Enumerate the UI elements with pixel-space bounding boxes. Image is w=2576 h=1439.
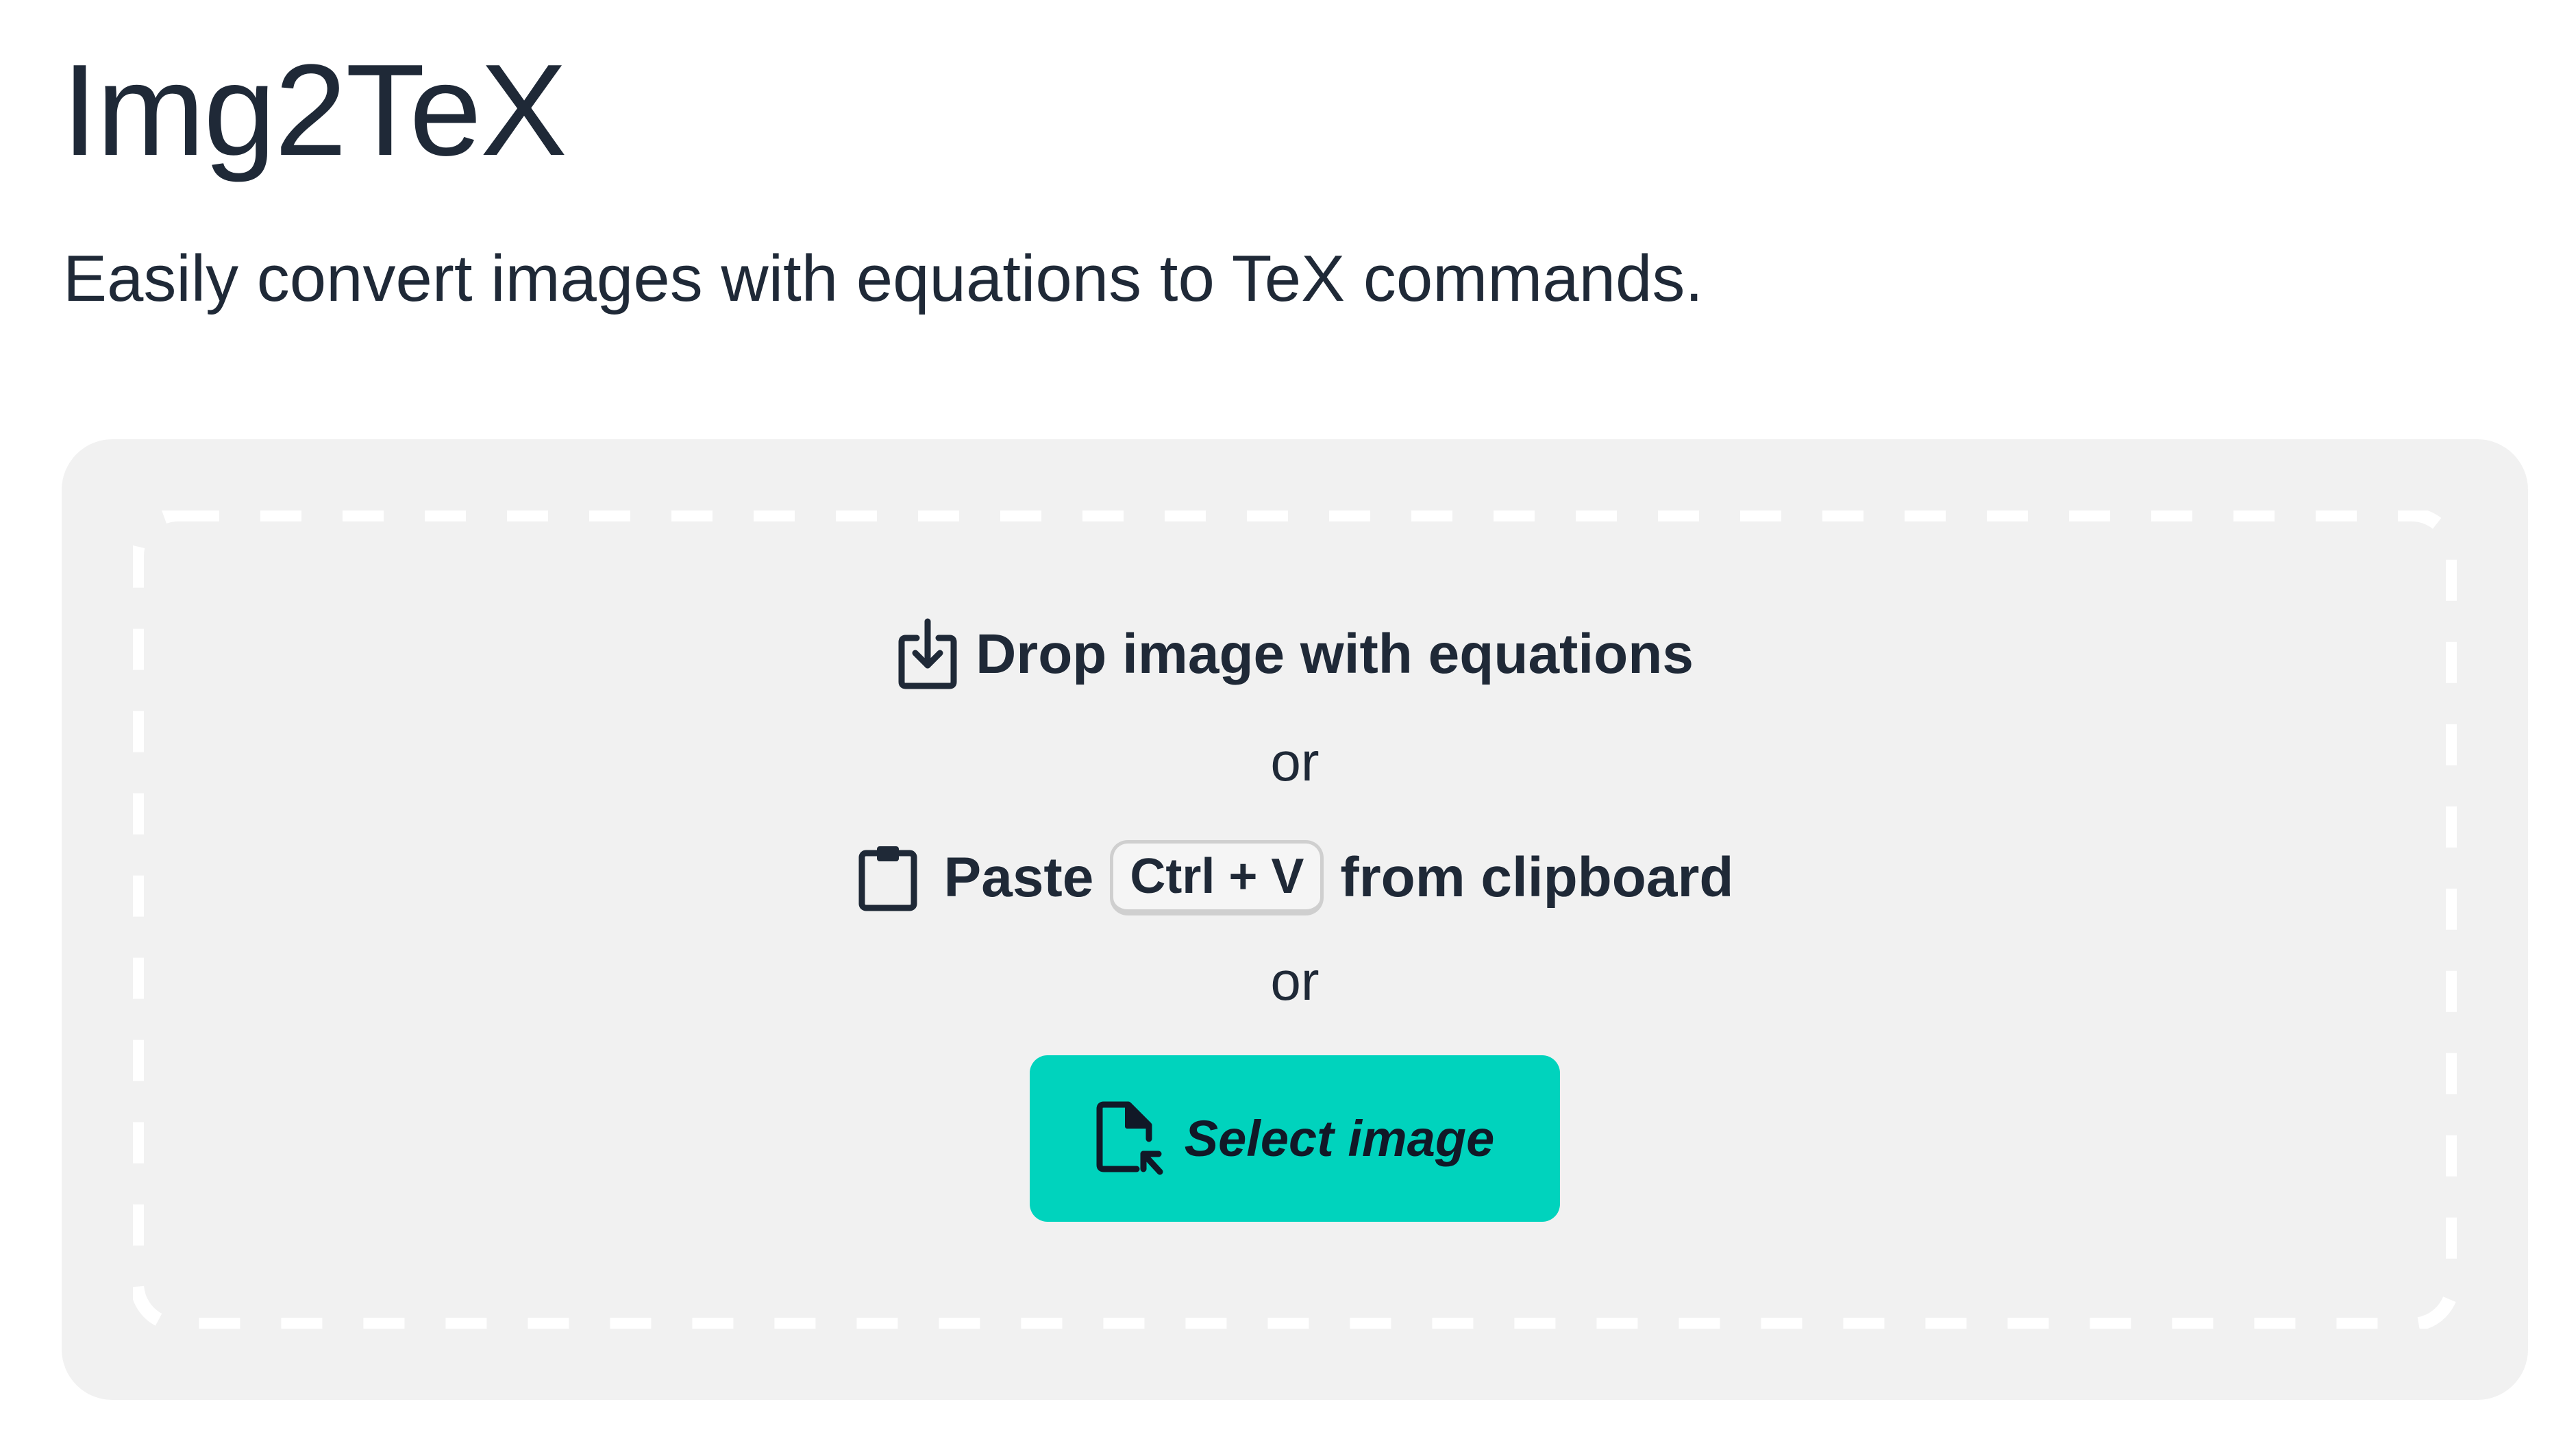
separator-or-1: or xyxy=(133,724,2457,800)
page-title: Img2TeX xyxy=(62,38,567,183)
paste-suffix-label: from clipboard xyxy=(1340,846,1734,909)
image-drop-zone[interactable]: Drop image with equations or Paste Ctrl … xyxy=(133,511,2457,1329)
paste-instruction: Paste Ctrl + V from clipboard xyxy=(133,830,2457,926)
download-tray-icon xyxy=(896,617,959,691)
page: Img2TeX Easily convert images with equat… xyxy=(0,0,2576,1439)
or-label: or xyxy=(1270,950,1320,1011)
or-label: or xyxy=(1270,731,1320,792)
drop-label: Drop image with equations xyxy=(976,623,1694,685)
select-row: Select image xyxy=(133,1055,2457,1222)
paste-label: Paste xyxy=(943,846,1094,909)
select-image-button[interactable]: Select image xyxy=(1030,1055,1560,1222)
page-subtitle: Easily convert images with equations to … xyxy=(63,242,1704,315)
separator-or-2: or xyxy=(133,944,2457,1019)
clipboard-icon xyxy=(856,844,919,912)
select-image-label: Select image xyxy=(1184,1110,1495,1167)
file-pointer-icon xyxy=(1095,1100,1164,1177)
drop-zone-content: Drop image with equations or Paste Ctrl … xyxy=(133,511,2457,1329)
keyboard-shortcut-badge: Ctrl + V xyxy=(1110,840,1324,915)
drop-instruction: Drop image with equations xyxy=(133,610,2457,699)
